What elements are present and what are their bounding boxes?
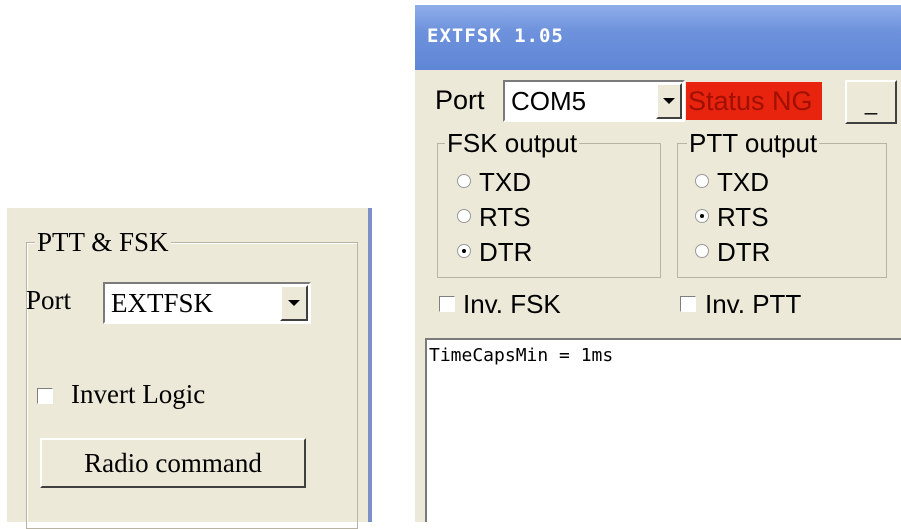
port-select-value: EXTFSK bbox=[111, 288, 214, 318]
chevron-down-icon bbox=[663, 98, 675, 104]
status-indicator: Status NG bbox=[686, 82, 822, 120]
window-edge bbox=[368, 208, 372, 522]
inv-fsk-checkbox[interactable] bbox=[439, 296, 455, 312]
radio-button-selected[interactable] bbox=[695, 209, 709, 223]
radio-button-selected[interactable] bbox=[457, 244, 471, 258]
radio-button[interactable] bbox=[695, 244, 709, 258]
invert-logic-label[interactable]: Invert Logic bbox=[71, 374, 205, 414]
radio-label: DTR bbox=[479, 237, 533, 267]
window-title: EXTFSK 1.05 bbox=[427, 25, 564, 47]
ptt-fsk-settings-panel: PTT & FSK Port EXTFSK Invert Logic Radio… bbox=[7, 208, 368, 529]
radio-label: RTS bbox=[717, 202, 769, 232]
radio-button[interactable] bbox=[695, 174, 709, 188]
log-line: TimeCapsMin = 1ms bbox=[429, 345, 614, 366]
ptt-fsk-group-title: PTT & FSK bbox=[35, 226, 171, 258]
radio-button[interactable] bbox=[457, 209, 471, 223]
radio-label: TXD bbox=[479, 167, 531, 197]
log-textarea[interactable]: TimeCapsMin = 1ms bbox=[425, 338, 901, 522]
port-select-dropdown-button[interactable] bbox=[280, 285, 308, 321]
inv-ptt-checkbox[interactable] bbox=[680, 296, 696, 312]
radio-label: DTR bbox=[717, 237, 771, 267]
fsk-output-groupbox bbox=[437, 143, 661, 278]
invert-logic-checkbox[interactable] bbox=[37, 388, 53, 404]
port-label: Port bbox=[435, 85, 485, 115]
radio-command-button[interactable]: Radio command bbox=[40, 438, 306, 488]
radio-button[interactable] bbox=[457, 174, 471, 188]
fsk-output-title: FSK output bbox=[445, 128, 580, 158]
inv-fsk-label[interactable]: Inv. FSK bbox=[463, 287, 561, 321]
ptt-output-groupbox bbox=[677, 143, 887, 278]
port-label: Port bbox=[26, 285, 72, 315]
radio-label: TXD bbox=[717, 167, 769, 197]
inv-ptt-label[interactable]: Inv. PTT bbox=[705, 287, 801, 321]
com-port-value: COM5 bbox=[511, 86, 587, 116]
port-select[interactable]: EXTFSK bbox=[103, 282, 311, 324]
com-port-dropdown-button[interactable] bbox=[656, 83, 682, 119]
ptt-output-title: PTT output bbox=[687, 128, 820, 158]
title-bar[interactable]: EXTFSK 1.05 bbox=[415, 5, 901, 70]
chevron-down-icon bbox=[288, 300, 300, 306]
radio-label: RTS bbox=[479, 202, 531, 232]
minimize-button[interactable]: _ bbox=[845, 80, 897, 124]
com-port-select[interactable]: COM5 bbox=[503, 80, 685, 122]
extfsk-window: EXTFSK 1.05 Port COM5 Status NG _ FSK ou… bbox=[415, 5, 901, 522]
